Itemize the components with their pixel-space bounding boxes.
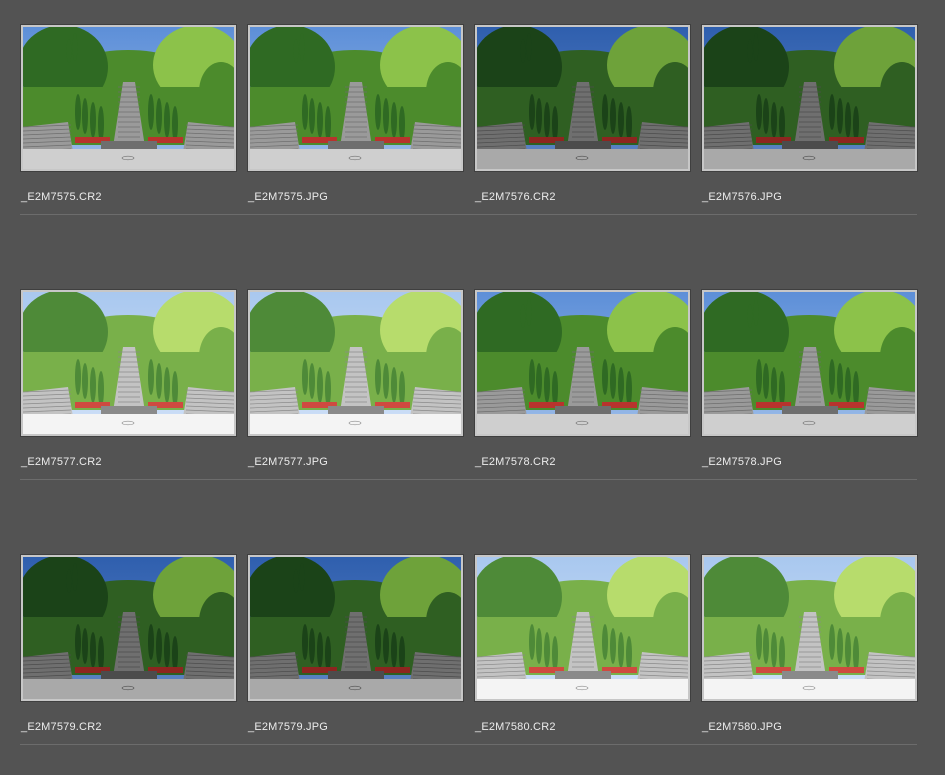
thumbnail-image[interactable] [475, 555, 690, 701]
row-divider [20, 744, 917, 745]
thumbnail-grid: _E2M7575.CR2 _E2M7575.JPG _E2M7576.CR2 _… [0, 0, 945, 775]
garden-photo [477, 292, 688, 434]
filename-label: _E2M7580.JPG [702, 721, 783, 733]
thumbnail-image[interactable] [21, 25, 236, 171]
filename-label: _E2M7575.CR2 [21, 191, 102, 203]
garden-photo [704, 292, 915, 434]
thumbnail-image[interactable] [475, 25, 690, 171]
thumbnail-image[interactable] [21, 290, 236, 436]
garden-photo [250, 27, 461, 169]
garden-photo [23, 27, 234, 169]
thumbnail-image[interactable] [248, 290, 463, 436]
garden-photo [250, 292, 461, 434]
garden-photo [23, 292, 234, 434]
row-divider [20, 214, 917, 215]
filename-label: _E2M7580.CR2 [475, 721, 556, 733]
filename-label: _E2M7576.CR2 [475, 191, 556, 203]
filename-label: _E2M7579.CR2 [21, 721, 102, 733]
filename-label: _E2M7578.CR2 [475, 456, 556, 468]
filename-label: _E2M7577.JPG [248, 456, 329, 468]
garden-photo [477, 557, 688, 699]
thumbnail-image[interactable] [248, 25, 463, 171]
filename-label: _E2M7579.JPG [248, 721, 329, 733]
filename-label: _E2M7577.CR2 [21, 456, 102, 468]
garden-photo [477, 27, 688, 169]
garden-photo [704, 557, 915, 699]
thumbnail-image[interactable] [475, 290, 690, 436]
thumbnail-image[interactable] [702, 555, 917, 701]
filename-label: _E2M7576.JPG [702, 191, 783, 203]
garden-photo [704, 27, 915, 169]
garden-photo [250, 557, 461, 699]
thumbnail-image[interactable] [702, 25, 917, 171]
thumbnail-image[interactable] [702, 290, 917, 436]
filename-label: _E2M7575.JPG [248, 191, 329, 203]
thumbnail-image[interactable] [248, 555, 463, 701]
row-divider [20, 479, 917, 480]
filename-label: _E2M7578.JPG [702, 456, 783, 468]
thumbnail-image[interactable] [21, 555, 236, 701]
garden-photo [23, 557, 234, 699]
